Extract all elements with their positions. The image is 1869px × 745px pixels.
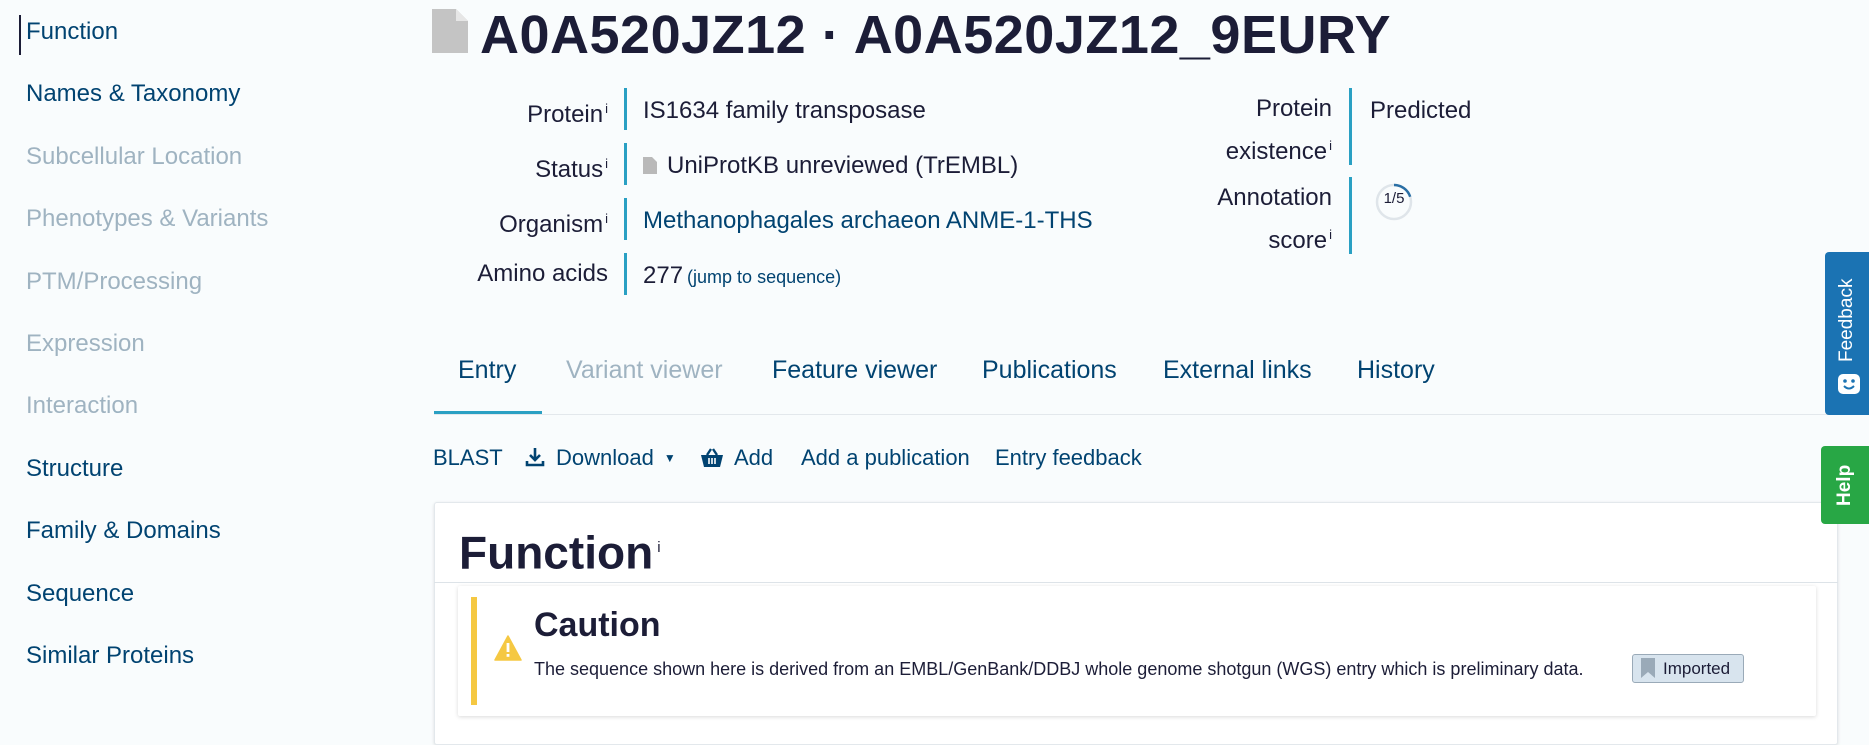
sidebar-item-ptm-processing: PTM/Processing	[26, 268, 203, 295]
caution-text: The sequence shown here is derived from …	[534, 659, 1584, 679]
amino-acids-label: Amino acids	[477, 260, 608, 287]
bookmark-icon	[1641, 658, 1655, 678]
sidebar-item-sequence[interactable]: Sequence	[26, 578, 134, 610]
caution-title: Caution	[534, 606, 661, 644]
add-to-basket-button[interactable]: Add	[700, 442, 773, 474]
status-value: UniProtKB unreviewed (TrEMBL)	[643, 147, 1018, 184]
tab-entry[interactable]: Entry	[458, 350, 516, 390]
info-icon[interactable]: i	[1329, 138, 1332, 153]
info-divider	[1349, 177, 1352, 254]
amino-acids-value: 277 (jump to sequence)	[643, 262, 842, 289]
organism-label: Organism i	[499, 211, 608, 238]
warning-icon	[494, 635, 522, 661]
tab-publications[interactable]: Publications	[982, 350, 1117, 390]
function-section-title: Function i	[459, 526, 661, 579]
caution-accent-bar	[471, 597, 477, 705]
tab-variant-viewer: Variant viewer	[566, 356, 723, 384]
tab-feature-viewer[interactable]: Feature viewer	[772, 350, 937, 390]
feedback-label: Feedback	[1836, 278, 1857, 362]
info-icon[interactable]: i	[605, 101, 608, 116]
download-button[interactable]: Download ▼	[524, 442, 676, 474]
sidebar-item-names-taxonomy[interactable]: Names & Taxonomy	[26, 78, 240, 110]
protein-existence-value: Predicted	[1370, 97, 1472, 124]
jump-to-sequence-link[interactable]: (jump to sequence)	[687, 267, 841, 287]
page-title: A0A520JZ12 · A0A520JZ12_9EURY	[480, 5, 1391, 65]
organism-link[interactable]: Methanophagales archaeon ANME-1-THS	[643, 202, 1093, 239]
info-divider	[624, 143, 627, 185]
info-icon[interactable]: i	[605, 211, 608, 226]
basket-icon	[701, 448, 723, 467]
info-icon[interactable]: i	[1329, 227, 1332, 242]
tab-history[interactable]: History	[1357, 350, 1435, 390]
document-icon	[432, 9, 468, 53]
info-icon[interactable]: i	[657, 539, 660, 556]
protein-existence-label: Protein existence i	[1225, 95, 1332, 165]
section-divider	[434, 582, 1838, 583]
chat-face-icon	[1838, 374, 1860, 394]
help-label: Help	[1834, 464, 1855, 506]
section-sidebar: Function Names & Taxonomy Subcellular Lo…	[0, 0, 320, 745]
sidebar-item-structure[interactable]: Structure	[26, 453, 123, 485]
sidebar-item-phenotypes-variants: Phenotypes & Variants	[26, 205, 269, 232]
tab-external-links[interactable]: External links	[1163, 350, 1312, 390]
status-label: Status i	[535, 156, 608, 183]
download-icon	[525, 448, 545, 467]
unreviewed-document-icon	[643, 157, 657, 174]
sidebar-item-subcellular-location: Subcellular Location	[26, 143, 243, 170]
protein-name-value: IS1634 family transposase	[643, 97, 926, 124]
info-divider	[1349, 88, 1352, 165]
entry-feedback-link[interactable]: Entry feedback	[995, 442, 1142, 474]
blast-button[interactable]: BLAST	[433, 442, 503, 474]
protein-label: Protein i	[527, 101, 608, 128]
chevron-down-icon: ▼	[663, 451, 676, 465]
sidebar-item-similar-proteins[interactable]: Similar Proteins	[26, 640, 194, 672]
info-divider	[624, 88, 627, 130]
annotation-score-label: Annotation score i	[1217, 184, 1332, 254]
info-icon[interactable]: i	[605, 156, 608, 171]
caution-panel	[458, 586, 1816, 716]
tabs-divider	[434, 414, 1838, 415]
info-divider	[624, 198, 627, 240]
imported-evidence-badge[interactable]: Imported	[1632, 654, 1744, 683]
info-divider	[624, 253, 627, 295]
sidebar-item-function[interactable]: Function	[26, 16, 118, 48]
sidebar-item-expression: Expression	[26, 330, 145, 357]
sidebar-item-interaction: Interaction	[26, 392, 139, 419]
add-publication-link[interactable]: Add a publication	[801, 442, 970, 474]
active-indicator	[19, 15, 21, 55]
sidebar-item-family-domains[interactable]: Family & Domains	[26, 515, 221, 547]
annotation-score-value: 1/5	[1383, 190, 1405, 207]
